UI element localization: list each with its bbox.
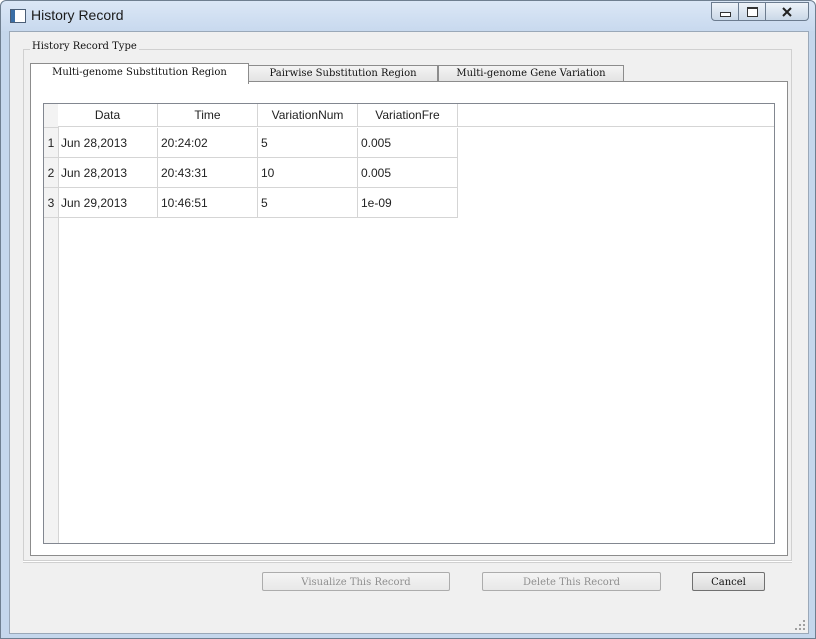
row-header-2[interactable]: 2 [44, 158, 58, 188]
title-bar[interactable]: History Record [1, 1, 815, 31]
cell-data[interactable]: Jun 28,2013 [58, 128, 158, 158]
history-table[interactable]: Data Time VariationNum VariationFre 1 2 … [43, 103, 775, 544]
minimize-icon [719, 12, 731, 17]
cell-variation-fre[interactable]: 0.005 [358, 128, 458, 158]
maximize-icon [746, 6, 758, 17]
cell-data[interactable]: Jun 28,2013 [58, 158, 158, 188]
cancel-button[interactable]: Cancel [692, 572, 765, 591]
dialog-client-area: History Record Type Multi-genome Substit… [9, 31, 809, 634]
tab-multi-genome-gene-variation[interactable]: Multi-genome Gene Variation [438, 65, 624, 82]
group-label: History Record Type [30, 41, 139, 52]
visualize-record-button[interactable]: Visualize This Record [262, 572, 450, 591]
cell-time[interactable]: 10:46:51 [158, 188, 258, 218]
minimize-button[interactable] [711, 2, 739, 21]
column-header-data[interactable]: Data [58, 104, 158, 127]
table-corner-button[interactable] [44, 104, 59, 128]
app-window-icon [10, 9, 26, 23]
cell-data[interactable]: Jun 29,2013 [58, 188, 158, 218]
row-header-3[interactable]: 3 [44, 188, 58, 218]
column-header-time[interactable]: Time [158, 104, 258, 127]
row-header-column: 1 2 3 [44, 128, 59, 543]
tab-pane: Data Time VariationNum VariationFre 1 2 … [30, 81, 788, 556]
delete-record-button[interactable]: Delete This Record [482, 572, 661, 591]
column-header-variation-num[interactable]: VariationNum [258, 104, 358, 127]
history-record-window: History Record History Record Type Multi… [0, 0, 816, 639]
resize-grip-icon[interactable] [795, 620, 805, 630]
close-button[interactable] [765, 2, 809, 21]
cell-variation-fre[interactable]: 1e-09 [358, 188, 458, 218]
cell-variation-num[interactable]: 5 [258, 188, 358, 218]
maximize-button[interactable] [738, 2, 766, 21]
cell-time[interactable]: 20:24:02 [158, 128, 258, 158]
window-controls [711, 2, 809, 21]
cell-variation-fre[interactable]: 0.005 [358, 158, 458, 188]
row-header-1[interactable]: 1 [44, 128, 58, 158]
header-filler [458, 104, 774, 127]
cell-time[interactable]: 20:43:31 [158, 158, 258, 188]
cell-variation-num[interactable]: 5 [258, 128, 358, 158]
cell-variation-num[interactable]: 10 [258, 158, 358, 188]
column-header-variation-fre[interactable]: VariationFre [358, 104, 458, 127]
tab-pairwise-substitution-region[interactable]: Pairwise Substitution Region [248, 65, 438, 82]
close-icon [782, 6, 792, 17]
tab-multi-genome-substitution-region[interactable]: Multi-genome Substitution Region [30, 63, 249, 84]
window-title: History Record [31, 7, 124, 23]
button-separator [23, 560, 792, 562]
